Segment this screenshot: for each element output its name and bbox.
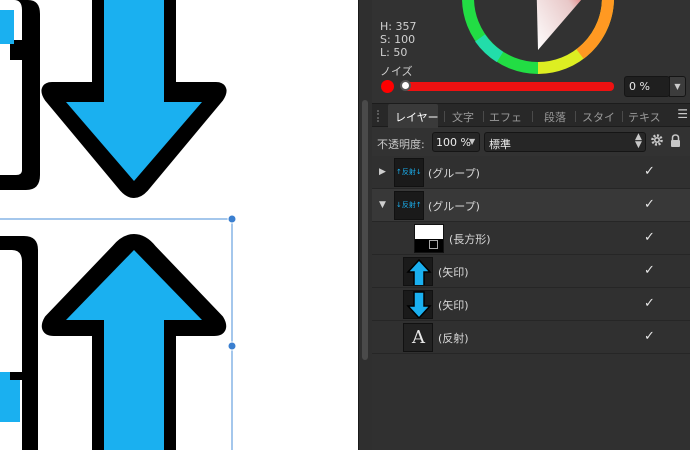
lock-icon[interactable] <box>670 134 681 147</box>
panel-tab-bar: レイヤー 文字 エフェ 段落 スタイ テキス ☰ <box>372 103 690 128</box>
color-wheel[interactable] <box>460 0 616 76</box>
document-canvas[interactable] <box>0 0 358 450</box>
canvas-scrollbar[interactable] <box>362 100 368 360</box>
blend-mode-select[interactable]: 標準 <box>484 132 646 152</box>
panel-grip-handle[interactable] <box>377 110 383 122</box>
gear-icon[interactable] <box>650 133 664 147</box>
tab-paragraph[interactable]: 段落 <box>544 104 570 128</box>
layer-name: (長方形) <box>449 233 491 246</box>
visibility-checkbox[interactable]: ✓ <box>644 329 655 344</box>
selection-cursor-icon <box>429 240 438 249</box>
layer-row-group-1[interactable]: ▶ ↑反射↓ (グループ) ✓ <box>372 156 690 189</box>
tab-effects[interactable]: エフェ <box>489 104 527 128</box>
hue-readout: H: 357 <box>380 20 417 33</box>
selection-handle-top-right[interactable] <box>227 214 237 224</box>
tab-styles[interactable]: スタイ <box>582 104 620 128</box>
visibility-checkbox[interactable]: ✓ <box>644 263 655 278</box>
tab-separator <box>444 111 445 122</box>
layer-thumbnail <box>403 257 433 286</box>
layers-empty-area[interactable] <box>372 354 690 450</box>
canvas-artwork <box>0 0 237 450</box>
layer-row-group-2[interactable]: ▼ ↓反射↑ (グループ) ✓ <box>372 189 690 222</box>
visibility-checkbox[interactable]: ✓ <box>644 197 655 212</box>
layer-thumbnail: A <box>403 323 433 352</box>
visibility-checkbox[interactable]: ✓ <box>644 164 655 179</box>
studio-panel: H: 357 S: 100 L: 50 ノイズ 0 % ▼ レイヤー 文字 エフ… <box>372 0 690 450</box>
blend-mode-arrows-icon[interactable]: ▲ ▼ <box>635 133 642 150</box>
expand-arrow-icon[interactable]: ▶ <box>379 167 386 177</box>
partial-text-shape-bottom <box>0 236 38 450</box>
visibility-checkbox[interactable]: ✓ <box>644 230 655 245</box>
layer-thumbnail: ↓反射↑ <box>394 191 424 220</box>
noise-slider-track[interactable] <box>404 82 614 91</box>
layer-name: (グループ) <box>428 167 480 180</box>
layer-thumbnail <box>414 224 444 253</box>
collapse-arrow-icon[interactable]: ▼ <box>379 200 386 210</box>
selection-handle-right[interactable] <box>227 341 237 351</box>
noise-value-field[interactable]: 0 % <box>624 76 670 97</box>
tab-separator <box>575 111 576 122</box>
opacity-label: 不透明度: <box>377 138 425 151</box>
layer-row-reflection[interactable]: A (反射) ✓ <box>372 321 690 354</box>
panel-menu-icon[interactable]: ☰ <box>677 107 688 121</box>
thumbnail-text: ↓反射↑ <box>396 201 422 209</box>
tab-layers[interactable]: レイヤー <box>388 104 438 128</box>
arrow-up-icon <box>406 258 432 285</box>
saturation-readout: S: 100 <box>380 33 416 46</box>
layer-name: (グループ) <box>428 200 480 213</box>
noise-label: ノイズ <box>380 65 413 78</box>
noise-slider-knob[interactable] <box>400 80 411 91</box>
up-arrow-shape[interactable] <box>41 234 227 450</box>
tab-separator <box>532 111 533 122</box>
layer-name: (矢印) <box>438 266 469 279</box>
tab-character[interactable]: 文字 <box>452 104 478 128</box>
layer-row-arrow-up[interactable]: (矢印) ✓ <box>372 255 690 288</box>
down-arrow-shape[interactable] <box>41 0 227 198</box>
layer-thumbnail <box>403 290 433 319</box>
arrow-down-icon <box>406 291 432 318</box>
layer-row-arrow-down[interactable]: (矢印) ✓ <box>372 288 690 321</box>
opacity-dropdown-icon[interactable]: ▼ <box>469 137 475 146</box>
noise-dropdown-button[interactable]: ▼ <box>669 76 686 97</box>
tab-separator <box>622 111 623 122</box>
text-layer-icon: A <box>412 327 425 348</box>
thumbnail-text: ↑反射↓ <box>396 168 422 176</box>
tab-separator <box>483 111 484 122</box>
layer-row-rectangle[interactable]: (長方形) ✓ <box>372 222 690 255</box>
color-triangle[interactable] <box>536 0 588 50</box>
current-color-swatch[interactable] <box>381 80 394 93</box>
visibility-checkbox[interactable]: ✓ <box>644 296 655 311</box>
app-window: H: 357 S: 100 L: 50 ノイズ 0 % ▼ レイヤー 文字 エフ… <box>0 0 690 450</box>
lightness-readout: L: 50 <box>380 46 408 59</box>
layer-thumbnail: ↑反射↓ <box>394 158 424 187</box>
partial-text-shape-top <box>0 0 40 190</box>
tab-text-styles[interactable]: テキス <box>628 104 668 128</box>
layer-name: (反射) <box>438 332 469 345</box>
layer-name: (矢印) <box>438 299 469 312</box>
